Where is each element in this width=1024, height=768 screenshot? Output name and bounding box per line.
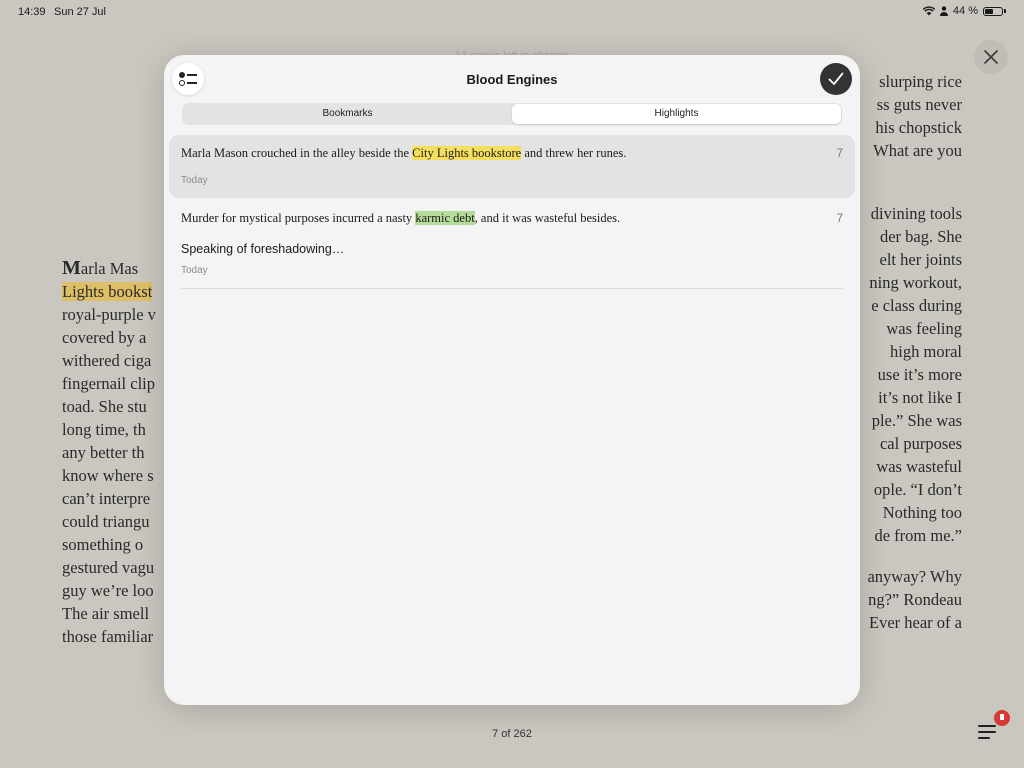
book-line: de from me.” — [874, 526, 962, 545]
highlights-modal: Blood Engines Bookmarks Highlights Marla… — [164, 55, 860, 705]
battery-percent: 44 % — [952, 5, 978, 17]
book-line: Ever hear of a — [869, 613, 962, 632]
tab-highlights[interactable]: Highlights — [512, 104, 841, 124]
book-page-right-middle: divining tools der bag. She elt her joints… — [869, 202, 962, 547]
book-line: Lights bookst — [62, 280, 156, 303]
book-line: fingernail clip — [62, 374, 156, 393]
book-line: royal-purple v — [62, 305, 156, 324]
book-line: ss guts never — [876, 95, 962, 114]
highlight-page-number: 7 — [836, 211, 843, 225]
book-line: guy we’re loo — [62, 581, 154, 600]
highlighted-phrase: City Lights bookstore — [412, 146, 522, 160]
page-indicator: 7 of 262 — [492, 728, 532, 740]
list-divider — [181, 288, 843, 289]
close-icon — [984, 50, 998, 64]
book-line: der bag. She — [879, 227, 962, 246]
book-line: was feeling — [886, 319, 962, 338]
book-line: elt her joints — [879, 250, 962, 269]
book-line: ning workout, — [869, 273, 962, 292]
book-page-left: Marla Mas Lights bookst royal-purple v cove… — [62, 257, 156, 648]
book-line: high moral — [890, 342, 962, 361]
person-icon — [939, 6, 948, 16]
book-line: something o — [62, 535, 144, 554]
book-line: Marla Mas — [62, 257, 139, 279]
book-line: was wasteful — [876, 457, 962, 476]
book-line: cal purposes — [879, 434, 962, 453]
modal-title: Blood Engines — [466, 72, 558, 87]
book-line: e class during — [871, 296, 962, 315]
highlight-note: Speaking of foreshadowing… — [181, 242, 345, 256]
wifi-icon — [922, 6, 935, 16]
book-line: covered by a — [62, 328, 147, 347]
book-line: could triangu — [62, 512, 150, 531]
book-line: divining tools — [870, 204, 962, 223]
book-line: ng?” Rondeau — [868, 590, 962, 609]
tab-bookmarks[interactable]: Bookmarks — [183, 104, 512, 124]
status-time: 14:39 — [18, 6, 46, 18]
highlights-list: Marla Mason crouched in the alley beside… — [164, 135, 860, 289]
drop-cap: M — [62, 257, 81, 279]
book-highlight[interactable]: Lights bookst — [62, 282, 153, 301]
book-line: The air smell — [62, 604, 150, 623]
checkmark-icon — [828, 72, 844, 85]
highlight-quote: Murder for mystical purposes incurred a … — [181, 211, 621, 225]
book-page-right-top: slurping rice ss guts never his chopstick W… — [873, 70, 962, 162]
book-line: his chopstick — [875, 118, 962, 137]
done-button[interactable] — [820, 63, 852, 95]
book-line: anyway? Why — [867, 567, 962, 586]
book-line: long time, th — [62, 420, 146, 439]
table-of-contents-button[interactable] — [978, 710, 1010, 744]
book-line: those familiar — [62, 627, 154, 646]
bookmark-badge-icon — [994, 710, 1010, 726]
book-line: gestured vagu — [62, 558, 155, 577]
close-button[interactable] — [974, 40, 1008, 74]
book-line: ople. “I don’t — [873, 480, 962, 499]
book-line: it’s not like I — [878, 388, 962, 407]
battery-icon — [983, 6, 1003, 16]
status-right: 44 % — [922, 5, 1006, 17]
status-date: Sun 27 Jul — [54, 6, 106, 18]
highlight-date: Today — [181, 175, 208, 186]
tab-switcher: Bookmarks Highlights — [182, 103, 842, 125]
book-line: any better th — [62, 443, 145, 462]
book-line: What are you — [873, 141, 962, 160]
book-line: know where s — [62, 466, 154, 485]
highlight-date: Today — [181, 265, 208, 276]
book-line: can’t interpre — [62, 489, 151, 508]
book-line: Nothing too — [882, 503, 962, 522]
highlighted-phrase: karmic debt — [415, 211, 475, 225]
book-line: slurping rice — [879, 72, 962, 91]
highlight-item[interactable]: Marla Mason crouched in the alley beside… — [169, 135, 855, 198]
book-line: withered ciga — [62, 351, 152, 370]
highlight-item[interactable]: Murder for mystical purposes incurred a … — [169, 200, 855, 288]
status-bar: 14:39 Sun 27 Jul 44 % — [0, 0, 1024, 24]
book-line: ple.” She was — [871, 411, 962, 430]
book-line: use it’s more — [877, 365, 962, 384]
book-line: toad. She stu — [62, 397, 147, 416]
book-page-right-bottom: anyway? Why ng?” Rondeau Ever hear of a — [867, 565, 962, 634]
highlight-quote: Marla Mason crouched in the alley beside… — [181, 146, 627, 160]
highlight-page-number: 7 — [836, 146, 843, 160]
